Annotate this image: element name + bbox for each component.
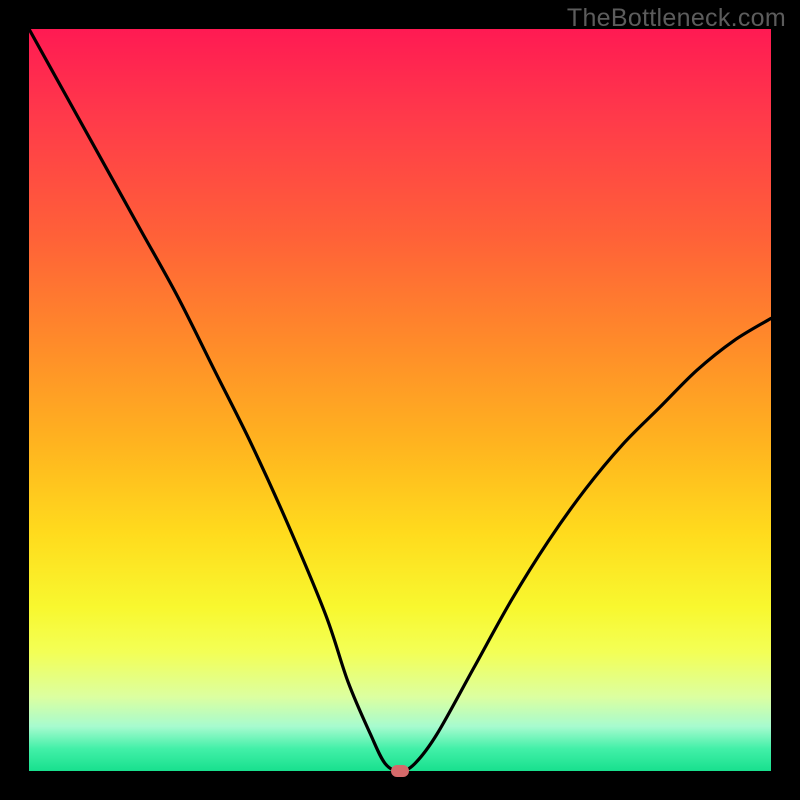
watermark-text: TheBottleneck.com [567,4,786,33]
min-marker [391,765,409,777]
curve-layer [29,29,771,771]
chart-frame: TheBottleneck.com [0,0,800,800]
plot-area [29,29,771,771]
bottleneck-curve [29,29,771,771]
